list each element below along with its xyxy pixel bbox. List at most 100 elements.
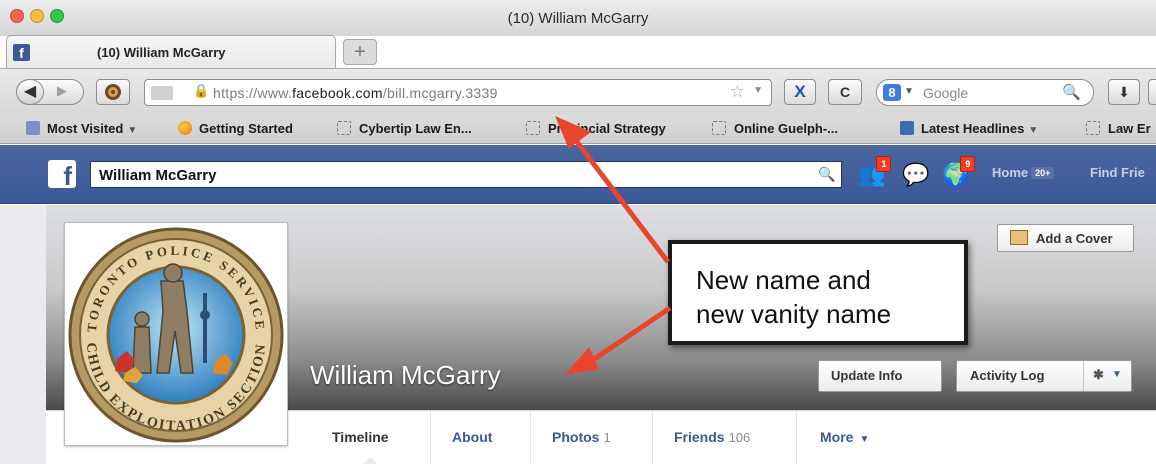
facebook-logo-icon[interactable]: f bbox=[48, 160, 76, 188]
search-bar[interactable]: 8 ▼ Google 🔍 bbox=[876, 79, 1094, 106]
facebook-header: f William McGarry 🔍 👥 1 💬 🌍 9 Home 20+ Fi… bbox=[0, 145, 1156, 204]
url-bar[interactable]: 🔒 https://www.facebook.com/bill.mcgarry.… bbox=[144, 79, 772, 106]
tab-friends[interactable]: Friends 106 bbox=[674, 429, 750, 445]
bookmark-law-en[interactable]: Law Er bbox=[1086, 121, 1151, 136]
add-photo-icon bbox=[1010, 230, 1028, 245]
back-forward-group: ◀ ▶ bbox=[16, 79, 84, 105]
bookmark-label: Law Er bbox=[1108, 121, 1151, 136]
rss-icon bbox=[900, 121, 914, 135]
tab-more[interactable]: More ▼ bbox=[820, 429, 869, 445]
annotation-line-1: New name and bbox=[696, 265, 871, 295]
chevron-down-icon: ▼ bbox=[859, 434, 870, 445]
chevron-down-icon: ▼ bbox=[1028, 125, 1039, 136]
tab-photos[interactable]: Photos 1 bbox=[552, 429, 611, 445]
bookmark-label: Getting Started bbox=[199, 121, 293, 136]
window-title: (10) William McGarry bbox=[507, 10, 649, 27]
bookmark-provincial-strategy[interactable]: Provincial Strategy bbox=[526, 121, 666, 136]
page-left-gutter bbox=[0, 205, 46, 464]
facebook-search-input[interactable]: William McGarry 🔍 bbox=[90, 161, 842, 188]
add-cover-button[interactable]: Add a Cover bbox=[997, 224, 1134, 252]
page-icon bbox=[712, 121, 726, 135]
chevron-down-icon: ▼ bbox=[127, 125, 138, 136]
gear-icon[interactable]: ✱ bbox=[1093, 367, 1104, 383]
bookmark-latest-headlines[interactable]: Latest Headlines ▼ bbox=[900, 121, 1038, 136]
activity-log-group: Activity Log ✱ ▼ bbox=[956, 360, 1132, 392]
lock-icon: 🔒 bbox=[193, 83, 210, 98]
police-seal-icon: TORONTO POLICE SERVICE CHILD EXPLOITATIO… bbox=[68, 227, 284, 443]
downloads-button[interactable]: ⬇ bbox=[1108, 79, 1140, 105]
bookmark-online-guelph[interactable]: Online Guelph-... bbox=[712, 121, 838, 136]
bookmark-most-visited[interactable]: Most Visited ▼ bbox=[26, 121, 137, 136]
messages-icon: 💬 bbox=[902, 162, 930, 187]
facebook-search-value: William McGarry bbox=[99, 167, 217, 184]
toolbar-overflow-button[interactable] bbox=[1148, 79, 1156, 105]
search-icon[interactable]: 🔍 bbox=[1062, 83, 1081, 101]
window-titlebar: (10) William McGarry bbox=[0, 0, 1156, 36]
navigation-toolbar: ◀ ▶ 🔒 https://www.facebook.com/bill.mcga… bbox=[0, 68, 1156, 114]
divider bbox=[796, 411, 797, 464]
chevron-down-icon[interactable]: ▼ bbox=[1112, 369, 1122, 380]
bookmark-cybertip[interactable]: Cybertip Law En... bbox=[337, 121, 472, 136]
url-text: https://www.facebook.com/bill.mcgarry.33… bbox=[213, 85, 498, 101]
search-engine-dropdown-icon[interactable]: ▼ bbox=[904, 86, 914, 97]
home-label: Home bbox=[992, 165, 1029, 180]
tab-timeline[interactable]: Timeline bbox=[332, 429, 389, 445]
tab-label: More bbox=[820, 429, 854, 445]
tab-label: Timeline bbox=[332, 429, 389, 445]
notifications-jewel[interactable]: 🌍 9 bbox=[942, 156, 976, 188]
bookmark-getting-started[interactable]: Getting Started bbox=[178, 121, 293, 136]
messages-jewel[interactable]: 💬 bbox=[902, 162, 929, 188]
friend-requests-jewel[interactable]: 👥 1 bbox=[858, 156, 892, 188]
update-info-button[interactable]: Update Info bbox=[818, 360, 942, 392]
browser-tab-active[interactable]: f (10) William McGarry bbox=[6, 35, 336, 69]
page-icon bbox=[526, 121, 540, 135]
tab-label: Friends bbox=[674, 429, 725, 445]
divider bbox=[652, 411, 653, 464]
bookmark-label: Provincial Strategy bbox=[548, 121, 666, 136]
back-button[interactable]: ◀ bbox=[16, 79, 44, 105]
add-cover-label: Add a Cover bbox=[1036, 231, 1113, 246]
x-addon-button[interactable]: X bbox=[784, 79, 816, 105]
folder-icon bbox=[26, 121, 40, 135]
forward-button[interactable]: ▶ bbox=[57, 83, 67, 99]
reload-button[interactable]: C bbox=[828, 79, 862, 105]
bookmark-label: Cybertip Law En... bbox=[359, 121, 472, 136]
bookmark-label: Latest Headlines bbox=[921, 121, 1025, 136]
profile-name[interactable]: William McGarry bbox=[310, 360, 501, 391]
addon-button[interactable] bbox=[96, 79, 130, 105]
url-dropdown-icon[interactable]: ▼ bbox=[753, 85, 763, 96]
back-arrow-icon: ◀ bbox=[23, 83, 37, 100]
home-link[interactable]: Home 20+ bbox=[992, 165, 1055, 180]
search-engine-placeholder: Google bbox=[923, 85, 969, 101]
activity-log-button[interactable]: Activity Log bbox=[970, 368, 1044, 383]
download-arrow-icon: ⬇ bbox=[1118, 84, 1130, 100]
home-badge: 20+ bbox=[1031, 167, 1055, 179]
tab-about[interactable]: About bbox=[452, 429, 492, 445]
bookmark-star-icon[interactable]: ☆ bbox=[730, 82, 745, 102]
firefox-icon bbox=[178, 121, 192, 135]
find-friends-link[interactable]: Find Frie bbox=[1090, 165, 1145, 180]
site-identity-icon[interactable] bbox=[151, 86, 173, 100]
bookmark-label: Most Visited bbox=[47, 121, 124, 136]
page-icon bbox=[337, 121, 351, 135]
annotation-line-2: new vanity name bbox=[696, 299, 892, 329]
google-engine-icon[interactable]: 8 bbox=[883, 84, 901, 101]
active-tab-indicator bbox=[362, 457, 378, 464]
forward-arrow-icon: ▶ bbox=[57, 83, 67, 98]
facebook-favicon-icon: f bbox=[13, 44, 30, 61]
tab-title: (10) William McGarry bbox=[97, 45, 226, 60]
annotation-callout: New name and new vanity name bbox=[668, 240, 968, 345]
page-icon bbox=[1086, 121, 1100, 135]
tab-count: 1 bbox=[603, 430, 611, 445]
bookmark-label: Online Guelph-... bbox=[734, 121, 838, 136]
divider bbox=[530, 411, 531, 464]
friend-requests-count: 1 bbox=[876, 156, 892, 172]
divider bbox=[1083, 361, 1084, 391]
bookmarks-toolbar: Most Visited ▼ Getting Started Cybertip L… bbox=[0, 114, 1156, 144]
notifications-count: 9 bbox=[960, 156, 976, 172]
tab-count: 106 bbox=[728, 430, 751, 445]
tab-label: About bbox=[452, 429, 493, 445]
profile-picture[interactable]: TORONTO POLICE SERVICE CHILD EXPLOITATIO… bbox=[64, 222, 288, 446]
new-tab-button[interactable]: + bbox=[343, 39, 377, 65]
search-icon[interactable]: 🔍 bbox=[813, 162, 841, 187]
